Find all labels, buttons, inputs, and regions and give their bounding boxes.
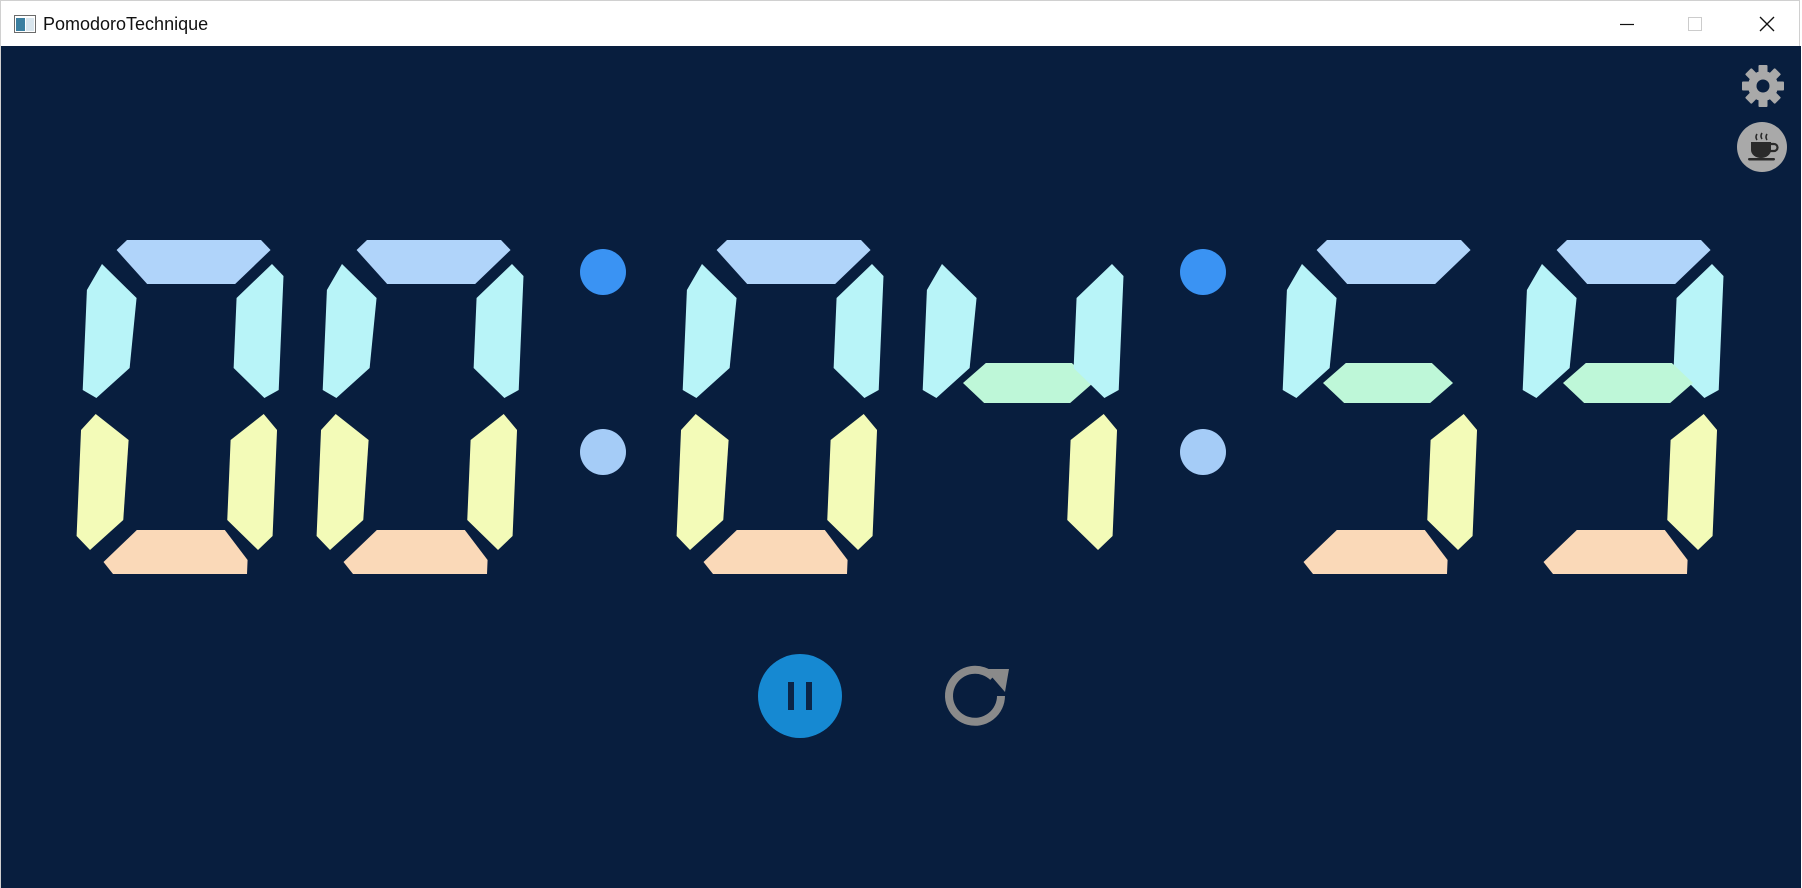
segment-bottom bbox=[1543, 530, 1688, 574]
segment-lower-right bbox=[1667, 414, 1718, 550]
segment-upper-left bbox=[922, 264, 977, 398]
segment-top bbox=[716, 240, 871, 284]
title-bar[interactable]: PomodoroTechnique bbox=[0, 0, 1800, 46]
reset-button[interactable] bbox=[939, 656, 1019, 736]
pause-button[interactable] bbox=[758, 654, 842, 738]
segment-upper-left bbox=[1522, 264, 1577, 398]
segment-upper-left bbox=[82, 264, 137, 398]
minimize-button[interactable] bbox=[1593, 1, 1661, 47]
segment-bottom bbox=[703, 530, 848, 574]
colon-dot-bottom bbox=[1180, 429, 1226, 475]
segment-upper-right bbox=[473, 264, 524, 398]
coffee-break-button[interactable] bbox=[1737, 122, 1787, 172]
close-icon bbox=[1759, 16, 1775, 32]
timer-digit-1 bbox=[76, 240, 284, 574]
colon-dot-top bbox=[1180, 249, 1226, 295]
countdown-display bbox=[76, 240, 1724, 574]
segment-upper-right bbox=[833, 264, 884, 398]
segment-top bbox=[1556, 240, 1711, 284]
segment-top bbox=[116, 240, 271, 284]
segment-top bbox=[1316, 240, 1471, 284]
segment-bottom bbox=[343, 530, 488, 574]
timer-digit-4 bbox=[922, 264, 1124, 550]
maximize-icon bbox=[1688, 17, 1702, 31]
segment-lower-right bbox=[1427, 414, 1478, 550]
segment-middle bbox=[963, 363, 1094, 403]
settings-button[interactable] bbox=[1739, 62, 1787, 110]
segment-upper-right bbox=[233, 264, 284, 398]
segment-lower-left bbox=[76, 414, 129, 550]
segment-top bbox=[356, 240, 511, 284]
segment-middle bbox=[1323, 363, 1454, 403]
segment-lower-right bbox=[827, 414, 878, 550]
gear-icon bbox=[1742, 65, 1784, 107]
minimize-icon bbox=[1620, 23, 1634, 26]
timer-panel bbox=[0, 46, 1801, 888]
segment-lower-left bbox=[676, 414, 729, 550]
segment-middle bbox=[1563, 363, 1694, 403]
colon-dot-top bbox=[580, 249, 626, 295]
maximize-button bbox=[1661, 1, 1729, 47]
colon-hours-minutes bbox=[580, 249, 626, 475]
timer-digit-5 bbox=[1282, 240, 1478, 574]
window-title: PomodoroTechnique bbox=[43, 14, 209, 34]
colon-minutes-seconds bbox=[1180, 249, 1226, 475]
segment-lower-right bbox=[467, 414, 518, 550]
app-window: PomodoroTechnique bbox=[0, 0, 1802, 888]
coffee-cup-icon bbox=[1748, 132, 1779, 161]
refresh-icon bbox=[945, 665, 1009, 726]
timer-digit-2 bbox=[316, 240, 524, 574]
segment-bottom bbox=[1303, 530, 1448, 574]
app-window-icon bbox=[14, 15, 36, 33]
segment-lower-left bbox=[316, 414, 369, 550]
segment-lower-right bbox=[227, 414, 278, 550]
timer-digit-6 bbox=[1522, 240, 1724, 574]
pause-icon bbox=[788, 682, 812, 710]
colon-dot-bottom bbox=[580, 429, 626, 475]
close-button[interactable] bbox=[1733, 1, 1801, 47]
segment-upper-left bbox=[1282, 264, 1337, 398]
segment-upper-left bbox=[682, 264, 737, 398]
segment-bottom bbox=[103, 530, 248, 574]
segment-lower-right bbox=[1067, 414, 1118, 550]
segment-upper-left bbox=[322, 264, 377, 398]
timer-digit-3 bbox=[676, 240, 884, 574]
